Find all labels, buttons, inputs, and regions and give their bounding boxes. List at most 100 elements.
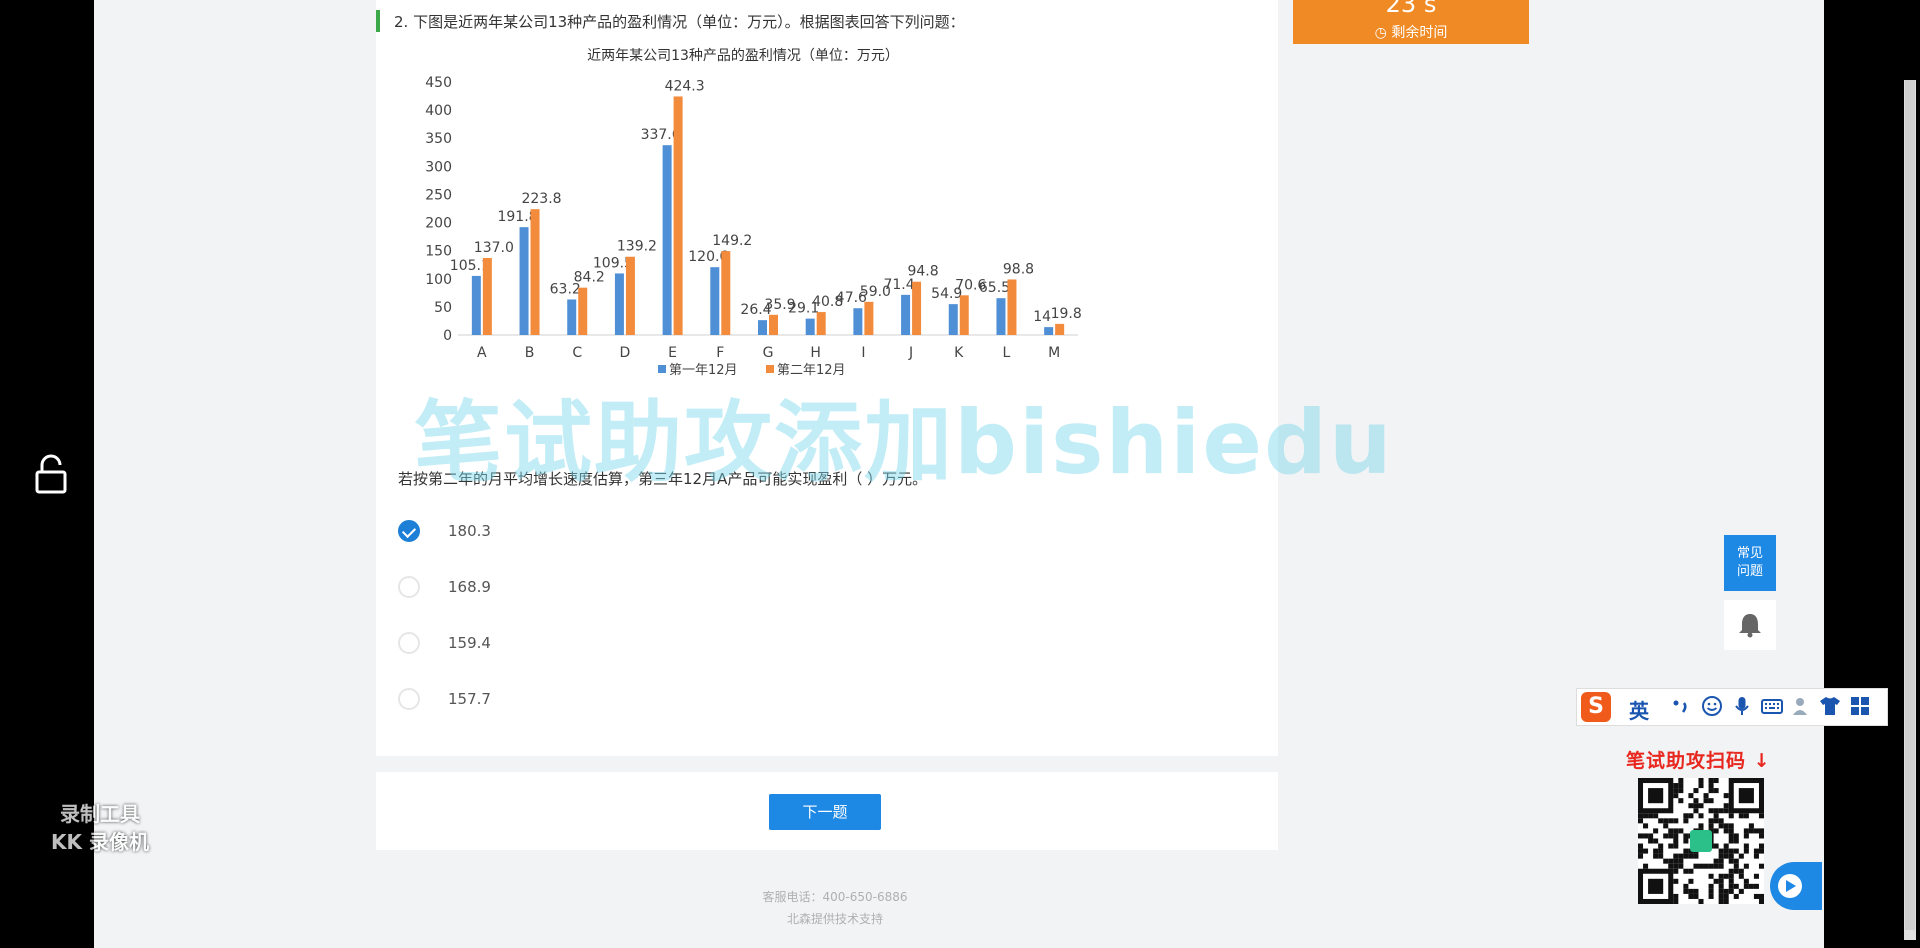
qr-module xyxy=(1728,833,1734,839)
qr-module xyxy=(1648,813,1654,819)
answer-option[interactable]: 157.7 xyxy=(398,686,998,716)
x-tick-label: H xyxy=(810,345,821,361)
qr-module xyxy=(1638,853,1644,859)
qr-module xyxy=(1673,898,1679,904)
scrollbar-thumb[interactable] xyxy=(1905,80,1915,930)
qr-module xyxy=(1648,833,1654,839)
microphone-icon[interactable] xyxy=(1731,695,1753,717)
qr-module xyxy=(1728,828,1734,834)
ime-language[interactable]: 英 xyxy=(1629,695,1649,724)
qr-module xyxy=(1718,808,1724,814)
qr-module xyxy=(1728,853,1734,859)
x-tick-label: C xyxy=(572,345,582,361)
qr-finder xyxy=(1738,788,1754,804)
qr-module xyxy=(1663,823,1669,829)
radio-icon[interactable] xyxy=(398,632,420,654)
qr-module xyxy=(1723,843,1729,849)
bar-year2 xyxy=(912,281,922,335)
qr-module xyxy=(1668,833,1674,839)
qr-module xyxy=(1673,838,1679,844)
qr-module xyxy=(1698,813,1704,819)
qr-module xyxy=(1738,888,1744,894)
bar-year2 xyxy=(959,295,969,335)
notification-button[interactable] xyxy=(1724,600,1776,650)
next-question-button[interactable]: 下一题 xyxy=(769,794,881,830)
qr-module xyxy=(1723,823,1729,829)
qr-module xyxy=(1643,823,1649,829)
qr-module xyxy=(1678,798,1684,804)
qr-module xyxy=(1653,853,1659,859)
bar-year1 xyxy=(948,304,958,335)
qr-module xyxy=(1733,883,1739,889)
qr-module xyxy=(1758,898,1764,904)
qr-module xyxy=(1643,833,1649,839)
qr-module xyxy=(1673,818,1679,824)
skin-shirt-icon[interactable] xyxy=(1819,695,1841,717)
qr-module xyxy=(1683,848,1689,854)
answer-option[interactable]: 180.3 xyxy=(398,518,998,548)
floating-assistant-button[interactable] xyxy=(1770,862,1822,910)
qr-module xyxy=(1673,853,1679,859)
option-value: 157.7 xyxy=(448,690,491,708)
bar-year2 xyxy=(1007,279,1017,335)
y-tick-label: 300 xyxy=(425,159,452,175)
user-icon[interactable] xyxy=(1791,695,1813,717)
qr-module xyxy=(1708,823,1714,829)
qr-module xyxy=(1693,853,1699,859)
qr-module xyxy=(1728,883,1734,889)
y-tick-label: 50 xyxy=(434,300,452,316)
qr-module xyxy=(1688,868,1694,874)
faq-button[interactable]: 常见问题 xyxy=(1724,535,1776,591)
qr-module xyxy=(1718,823,1724,829)
qr-module xyxy=(1683,853,1689,859)
x-tick-label: I xyxy=(861,345,865,361)
qr-module xyxy=(1698,783,1704,789)
page-scrollbar[interactable] xyxy=(1904,80,1916,940)
qr-module xyxy=(1673,858,1679,864)
qr-module xyxy=(1723,898,1729,904)
answer-option[interactable]: 168.9 xyxy=(398,574,998,604)
qr-module xyxy=(1738,868,1744,874)
x-tick-label: B xyxy=(525,345,535,361)
qr-module xyxy=(1673,783,1679,789)
answer-option[interactable]: 159.4 xyxy=(398,630,998,660)
x-tick-label: G xyxy=(763,345,774,361)
keyboard-icon[interactable] xyxy=(1761,695,1783,717)
timer-value: 23 s xyxy=(1385,0,1437,18)
y-tick-label: 150 xyxy=(425,244,452,260)
faq-label: 常见问题 xyxy=(1736,546,1763,579)
radio-checked-icon[interactable] xyxy=(398,520,420,542)
unlock-icon[interactable] xyxy=(34,454,68,494)
qr-module xyxy=(1728,858,1734,864)
qr-module xyxy=(1753,828,1759,834)
qr-module xyxy=(1638,813,1644,819)
y-tick-label: 200 xyxy=(425,216,452,232)
qr-module xyxy=(1758,833,1764,839)
qr-module xyxy=(1708,888,1714,894)
qr-module xyxy=(1733,833,1739,839)
qr-module xyxy=(1713,788,1719,794)
bar-year2 xyxy=(530,209,540,335)
sogou-logo-icon[interactable]: S xyxy=(1581,692,1611,722)
radio-icon[interactable] xyxy=(398,576,420,598)
qr-module xyxy=(1638,818,1644,824)
y-tick-label: 350 xyxy=(425,131,452,147)
qr-module xyxy=(1698,803,1704,809)
qr-module xyxy=(1683,833,1689,839)
question-number: 2. xyxy=(394,13,409,31)
qr-module xyxy=(1743,813,1749,819)
qr-module xyxy=(1673,793,1679,799)
qr-module xyxy=(1728,888,1734,894)
qr-module xyxy=(1758,893,1764,899)
toolbox-grid-icon[interactable] xyxy=(1849,695,1871,717)
radio-icon[interactable] xyxy=(398,688,420,710)
emoji-icon[interactable] xyxy=(1701,695,1723,717)
clock-icon: ◷ xyxy=(1374,25,1387,41)
qr-module xyxy=(1673,788,1679,794)
qr-module xyxy=(1673,833,1679,839)
qr-finder xyxy=(1648,878,1664,894)
recorder-line2: KK 录像机 xyxy=(51,830,149,854)
bar-year1 xyxy=(662,145,672,335)
punctuation-icon[interactable] xyxy=(1669,695,1691,717)
qr-module xyxy=(1758,828,1764,834)
